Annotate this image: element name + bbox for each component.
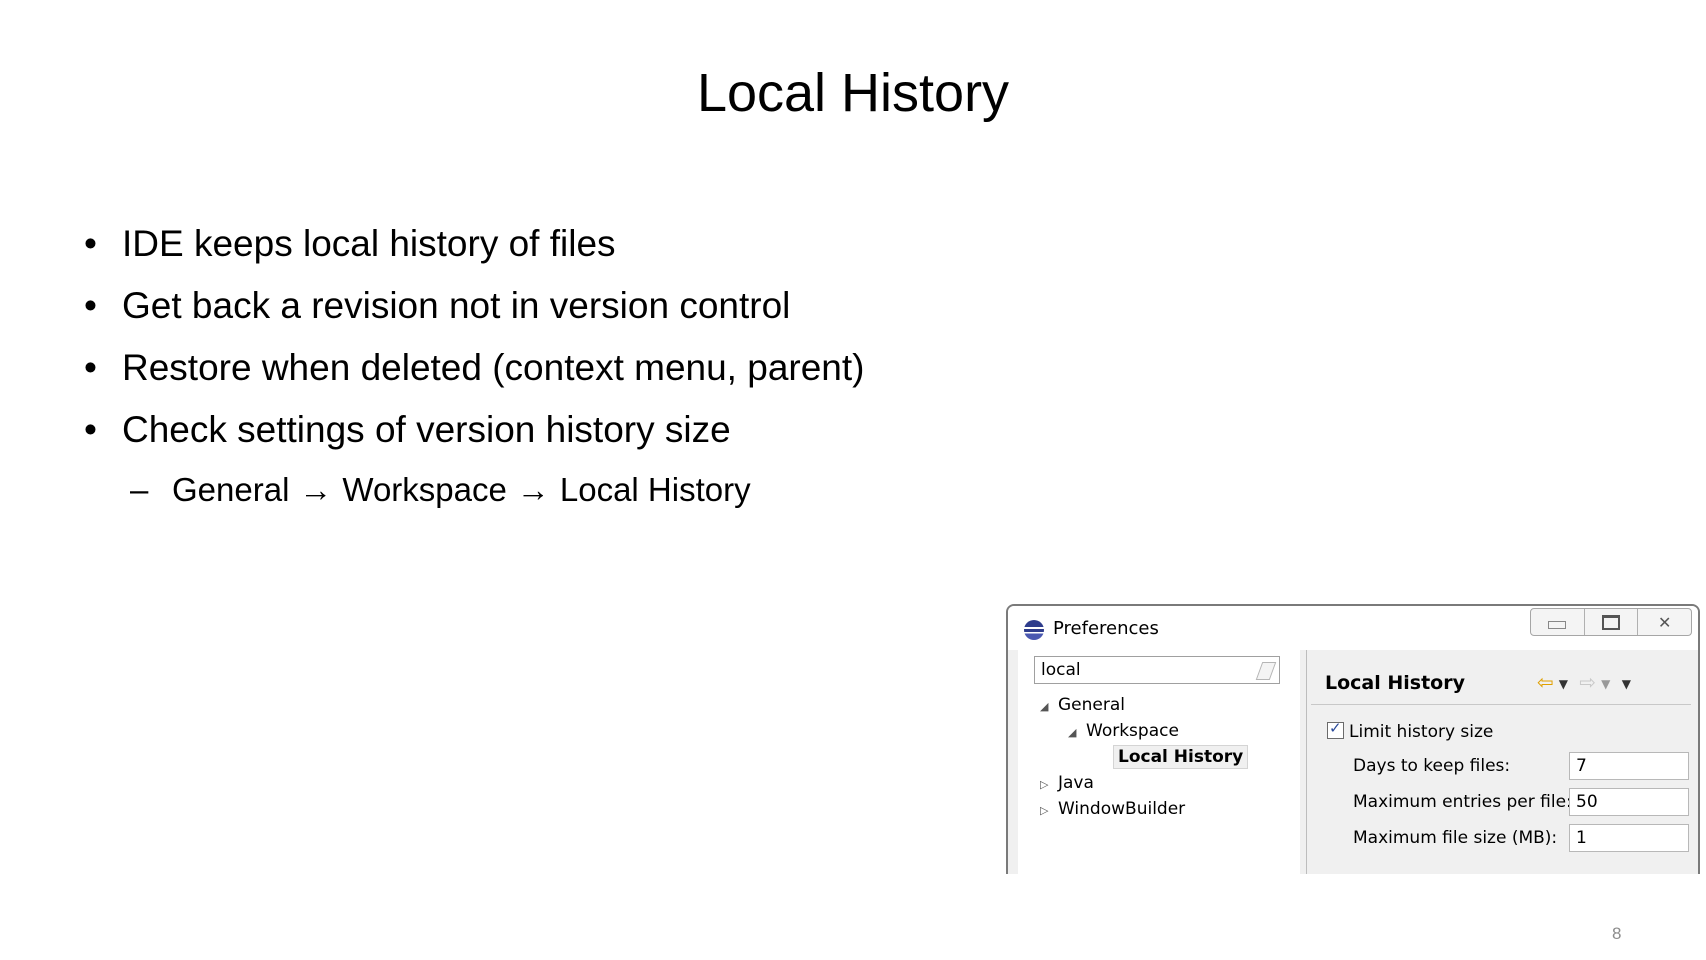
max-file-size-row: Maximum file size (MB): <box>1353 824 1693 854</box>
filter-input[interactable] <box>1041 660 1241 680</box>
forward-dropdown-icon[interactable]: ▼ <box>1601 677 1610 691</box>
days-to-keep-row: Days to keep files: <box>1353 752 1693 782</box>
minimize-button[interactable] <box>1531 609 1584 635</box>
minimize-icon <box>1548 621 1567 629</box>
maximize-button[interactable] <box>1583 609 1638 635</box>
checkbox-label: Limit history size <box>1349 722 1494 742</box>
window-controls: ✕ <box>1530 608 1692 636</box>
maximize-icon <box>1602 614 1620 630</box>
field-label: Maximum file size (MB): <box>1353 828 1558 848</box>
window-title: Preferences <box>1053 618 1159 639</box>
sub-bullet: – General → Workspace → Local History <box>130 470 751 510</box>
eclipse-icon <box>1024 620 1044 640</box>
bullet-item: • Check settings of version history size <box>84 409 731 450</box>
bullet-item: • Get back a revision not in version cont… <box>84 285 791 326</box>
expanded-icon[interactable]: ◢ <box>1040 696 1058 718</box>
field-label: Maximum entries per file: <box>1353 792 1572 812</box>
path-step: Workspace <box>342 471 507 508</box>
path-step: Local History <box>559 471 751 508</box>
field-label: Days to keep files: <box>1353 756 1511 776</box>
collapsed-icon[interactable]: ▷ <box>1040 774 1058 796</box>
menu-dropdown-icon[interactable]: ▼ <box>1622 677 1631 691</box>
forward-arrow-icon[interactable]: ⇨ <box>1579 670 1596 694</box>
page-title: Local History <box>1325 672 1465 694</box>
back-arrow-icon[interactable]: ⇦ <box>1537 670 1554 694</box>
page-number: 8 <box>1612 924 1622 943</box>
tree-item-general[interactable]: ◢ General <box>1040 694 1125 718</box>
page-navigation: ⇦ ▼ ⇨ ▼ ▼ <box>1537 670 1636 694</box>
back-dropdown-icon[interactable]: ▼ <box>1559 677 1568 691</box>
days-to-keep-input[interactable] <box>1569 752 1689 780</box>
checkbox-checked-icon[interactable] <box>1327 719 1344 739</box>
slide-title: Local History <box>696 63 1010 123</box>
bullet-list: • IDE keeps local history of files • Get b… <box>84 222 864 470</box>
max-entries-input[interactable] <box>1569 788 1689 816</box>
bullet-item: • IDE keeps local history of files <box>84 223 616 264</box>
bullet-item: • Restore when deleted (context menu, par… <box>84 347 865 388</box>
max-entries-row: Maximum entries per file: <box>1353 788 1693 818</box>
tree-item-windowbuilder[interactable]: ▷ WindowBuilder <box>1040 798 1185 822</box>
preference-page: Local History ⇦ ▼ ⇨ ▼ ▼ Limit history size… <box>1306 650 1698 874</box>
preference-tree-pane: ◢General ◢Workspace Local History ▷Java … <box>1018 650 1300 874</box>
close-icon: ✕ <box>1657 612 1672 632</box>
tree-item-java[interactable]: ▷ Java <box>1040 772 1094 796</box>
dash: – <box>130 471 149 508</box>
max-file-size-input[interactable] <box>1569 824 1689 852</box>
tree-item-local-history[interactable]: Local History <box>1113 745 1249 769</box>
tree-item-workspace[interactable]: ◢ Workspace <box>1068 720 1179 744</box>
path-step: General <box>172 471 290 508</box>
expanded-icon[interactable]: ◢ <box>1068 722 1086 744</box>
divider <box>1311 704 1691 705</box>
clear-filter-icon[interactable] <box>1255 662 1277 680</box>
collapsed-icon[interactable]: ▷ <box>1040 800 1058 822</box>
arrow-right-icon: → <box>516 471 550 508</box>
filter-field[interactable] <box>1034 656 1280 684</box>
limit-history-checkbox[interactable]: Limit history size <box>1327 719 1494 742</box>
preferences-window: Preferences ✕ ◢General ◢Workspace Local … <box>1006 604 1700 874</box>
close-button[interactable]: ✕ <box>1637 609 1691 635</box>
arrow-right-icon: → <box>299 471 333 508</box>
window-titlebar[interactable]: Preferences ✕ <box>1008 606 1698 650</box>
